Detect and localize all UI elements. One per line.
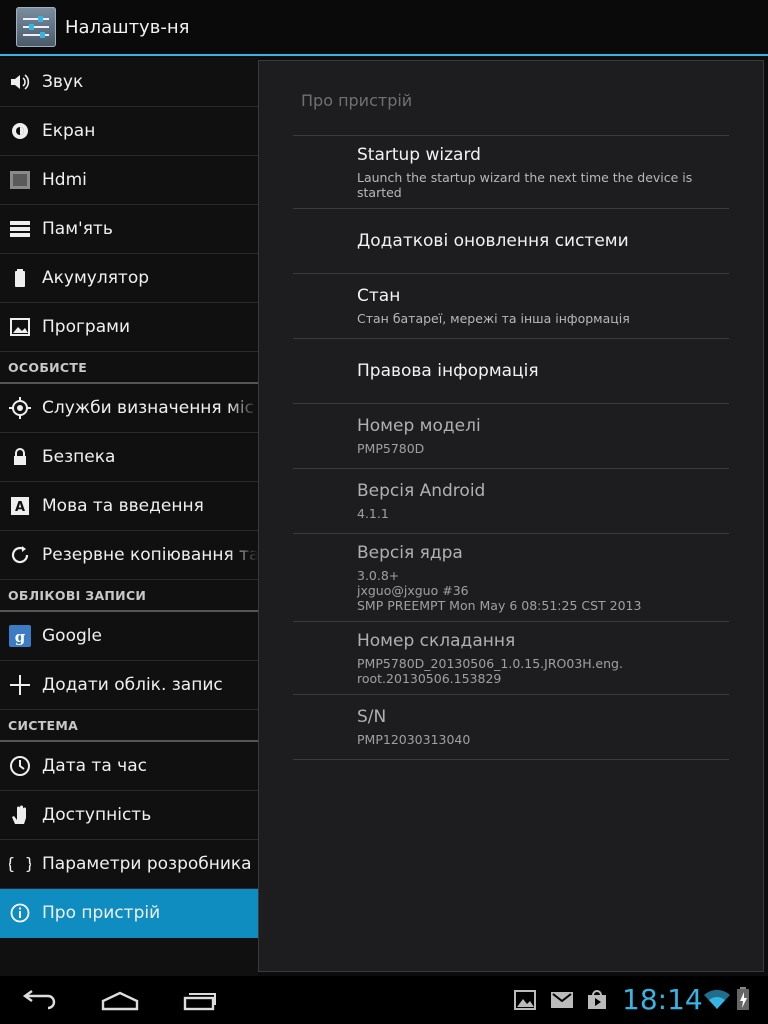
sidebar-item-google[interactable]: g Google	[0, 612, 258, 661]
section-header-personal: ОСОБИСТЕ	[0, 352, 258, 384]
gmail-icon	[550, 990, 574, 1014]
sidebar-item-label: Google	[42, 626, 102, 646]
sidebar-item-sound[interactable]: Звук	[0, 58, 258, 107]
sidebar-item-language[interactable]: A Мова та введення	[0, 482, 258, 531]
wifi-icon	[704, 988, 730, 1014]
text-fade	[228, 384, 258, 432]
sidebar-item-about-device[interactable]: Про пристрій	[0, 889, 258, 938]
status-clock[interactable]: 18:14	[622, 983, 703, 1016]
sidebar-item-label: Доступність	[42, 805, 152, 825]
clock-icon	[9, 755, 31, 777]
volume-icon	[9, 71, 31, 93]
sidebar-item-location[interactable]: Служби визначення міс	[0, 384, 258, 433]
add-icon	[9, 674, 31, 696]
pref-summary: 4.1.1	[357, 506, 389, 521]
svg-text:A: A	[15, 500, 25, 515]
language-icon: A	[9, 495, 31, 517]
app-title: Налаштув-ня	[65, 16, 190, 38]
location-icon	[9, 397, 31, 419]
pref-build-number[interactable]: Номер складання PMP5780D_20130506_1.0.15…	[293, 622, 729, 695]
sidebar-item-apps[interactable]: Програми	[0, 303, 258, 352]
pref-serial-number: S/N PMP12030313040	[293, 695, 729, 760]
sidebar-item-label: Безпека	[42, 447, 116, 467]
pref-startup-wizard[interactable]: Startup wizard Launch the startup wizard…	[293, 136, 729, 209]
text-fade	[228, 531, 258, 579]
apps-icon	[9, 316, 31, 338]
section-header-accounts: ОБЛІКОВІ ЗАПИСИ	[0, 580, 258, 612]
sidebar-item-backup[interactable]: Резервне копіювання та	[0, 531, 258, 580]
recents-icon[interactable]	[180, 984, 220, 1016]
sidebar-item-label: Додати облік. запис	[42, 675, 223, 695]
action-bar: Налаштув-ня	[0, 0, 768, 56]
sidebar-item-accessibility[interactable]: Доступність	[0, 791, 258, 840]
sidebar-item-label: Екран	[42, 121, 96, 141]
pref-title: Додаткові оновлення системи	[357, 231, 629, 251]
sidebar-item-label: Мова та введення	[42, 496, 204, 516]
sidebar-item-label: Пам'ять	[42, 219, 113, 239]
sidebar-item-developer-options[interactable]: { } Параметри розробника	[0, 840, 258, 889]
svg-text:{ }: { }	[9, 854, 31, 873]
pane-title: Про пристрій	[301, 91, 413, 110]
pref-summary: PMP12030313040	[357, 732, 471, 747]
pref-summary: Launch the startup wizard the next time …	[357, 169, 693, 200]
sidebar-item-label: Звук	[42, 72, 84, 92]
pref-title: Версія Android	[357, 481, 486, 501]
sidebar-item-display[interactable]: Екран	[0, 107, 258, 156]
hdmi-icon	[9, 169, 31, 191]
section-header-system: СИСТЕМА	[0, 710, 258, 742]
pref-system-updates[interactable]: Додаткові оновлення системи	[293, 209, 729, 274]
gallery-icon	[514, 990, 536, 1014]
pref-title: Startup wizard	[357, 144, 481, 165]
pref-title: Номер складання	[357, 630, 516, 651]
pref-title: Номер моделі	[357, 416, 481, 436]
back-icon[interactable]	[20, 984, 60, 1016]
sidebar-item-label: Про пристрій	[42, 903, 161, 923]
pref-status[interactable]: Стан Стан батареї, мережі та інша інформ…	[293, 274, 729, 339]
sidebar-item-date-time[interactable]: Дата та час	[0, 742, 258, 791]
battery-icon	[9, 267, 31, 289]
sidebar-item-label: Резервне копіювання та	[42, 545, 258, 565]
pref-model-number: Номер моделі PMP5780D	[293, 404, 729, 469]
pref-title: Стан	[357, 286, 401, 306]
play-store-icon	[586, 990, 608, 1014]
sidebar-item-label: Служби визначення міс	[42, 398, 254, 418]
pref-summary: PMP5780D_20130506_1.0.15.JRO03H.eng. roo…	[357, 655, 623, 686]
pref-title: Правова інформація	[357, 361, 539, 381]
google-icon: g	[9, 625, 31, 647]
sidebar-item-hdmi[interactable]: Hdmi	[0, 156, 258, 205]
about-device-pane: Про пристрій Startup wizard Launch the s…	[258, 60, 764, 972]
sidebar-item-label: Акумулятор	[42, 268, 150, 288]
sidebar-item-label: Програми	[42, 317, 130, 337]
battery-charging-icon	[736, 987, 750, 1015]
home-icon[interactable]	[100, 984, 140, 1016]
lock-icon	[9, 446, 31, 468]
settings-app-icon[interactable]	[16, 7, 56, 47]
sidebar-item-label: Дата та час	[42, 756, 147, 776]
sidebar-item-battery[interactable]: Акумулятор	[0, 254, 258, 303]
svg-text:g: g	[15, 628, 26, 646]
storage-icon	[9, 218, 31, 240]
pref-summary: PMP5780D	[357, 441, 425, 456]
pref-kernel-version: Версія ядра 3.0.8+ jxguo@jxguo #36 SMP P…	[293, 534, 729, 622]
pref-android-version[interactable]: Версія Android 4.1.1	[293, 469, 729, 534]
sidebar-item-label: Параметри розробника	[42, 854, 252, 874]
info-icon	[9, 902, 31, 924]
sidebar-item-storage[interactable]: Пам'ять	[0, 205, 258, 254]
developer-icon: { }	[9, 853, 31, 875]
settings-sidebar: Звук Екран Hdmi Пам'ять Акумулятор Прогр…	[0, 58, 258, 976]
accessibility-icon	[9, 804, 31, 826]
sidebar-item-add-account[interactable]: Додати облік. запис	[0, 661, 258, 710]
pref-title: S/N	[357, 707, 387, 727]
brightness-icon	[9, 120, 31, 142]
sidebar-item-label: Hdmi	[42, 170, 87, 190]
sidebar-item-security[interactable]: Безпека	[0, 433, 258, 482]
preference-list: Startup wizard Launch the startup wizard…	[293, 135, 729, 760]
pref-legal-info[interactable]: Правова інформація	[293, 339, 729, 404]
backup-icon	[9, 544, 31, 566]
pref-title: Версія ядра	[357, 542, 463, 563]
system-navigation-bar: 18:14	[0, 976, 768, 1024]
pref-summary: 3.0.8+ jxguo@jxguo #36 SMP PREEMPT Mon M…	[357, 567, 642, 613]
pref-summary: Стан батареї, мережі та інша інформація	[357, 311, 630, 326]
